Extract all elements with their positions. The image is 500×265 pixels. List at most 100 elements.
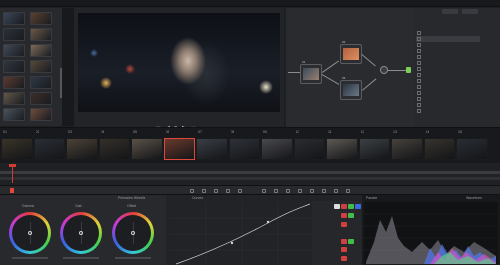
effect-list-item[interactable] <box>416 108 480 114</box>
effect-checkbox[interactable] <box>417 97 421 101</box>
clip-number: 08 <box>230 130 235 134</box>
effect-checkbox[interactable] <box>417 79 421 83</box>
effect-checkbox[interactable] <box>417 109 421 113</box>
channel-y-swatch[interactable] <box>334 204 340 209</box>
gallery-still[interactable] <box>3 44 25 57</box>
timeline-clip[interactable] <box>293 138 325 160</box>
offset-wheel[interactable] <box>112 212 154 254</box>
effect-checkbox[interactable] <box>417 85 421 89</box>
timeline-clip[interactable] <box>66 138 98 160</box>
palette-icon[interactable] <box>10 188 14 193</box>
timeline-clip[interactable] <box>423 138 455 160</box>
clip-number: 07 <box>198 130 202 134</box>
color-match-icon[interactable] <box>202 189 206 193</box>
timeline-clip[interactable] <box>131 138 163 160</box>
effect-checkbox[interactable] <box>417 31 421 35</box>
curve-control-point[interactable] <box>266 220 270 224</box>
gallery-still[interactable] <box>30 108 52 121</box>
gallery-still[interactable] <box>30 92 52 105</box>
channel-r-swatch[interactable] <box>341 256 347 261</box>
timeline-clip[interactable] <box>326 138 358 160</box>
key-icon[interactable] <box>322 189 326 193</box>
effects-tab[interactable] <box>442 9 458 14</box>
scopes-header: Parade <box>366 196 378 200</box>
offset-wheel-handle[interactable] <box>131 231 135 235</box>
timeline-clip[interactable] <box>98 138 130 160</box>
channel-b-swatch[interactable] <box>355 204 361 209</box>
effects-tab[interactable] <box>462 9 478 14</box>
gallery-still[interactable] <box>30 28 52 41</box>
gallery-still[interactable] <box>3 108 25 121</box>
qualifier-icon[interactable] <box>274 189 278 193</box>
gain-wheel[interactable] <box>60 212 102 254</box>
gallery-still[interactable] <box>3 76 25 89</box>
gallery-still[interactable] <box>30 76 52 89</box>
gain-master-slider[interactable] <box>63 257 99 259</box>
scopes-mode[interactable]: Waveform <box>466 196 482 201</box>
node-01[interactable]: 01 <box>300 60 322 84</box>
output-node[interactable] <box>406 67 411 73</box>
node-02[interactable]: 02 <box>340 40 362 64</box>
timeline-clip[interactable] <box>391 138 423 160</box>
timeline-clip[interactable] <box>456 138 488 160</box>
gallery-still[interactable] <box>30 44 52 57</box>
gamma-wheel[interactable] <box>9 212 51 254</box>
channel-g-swatch[interactable] <box>348 213 354 218</box>
playhead[interactable] <box>12 165 13 183</box>
3d-icon[interactable] <box>346 189 350 193</box>
gamma-wheel-handle[interactable] <box>28 231 32 235</box>
effect-checkbox[interactable] <box>417 67 421 71</box>
wheels-icon[interactable] <box>214 189 218 193</box>
motion-icon[interactable] <box>238 189 242 193</box>
channel-r-swatch[interactable] <box>341 204 347 209</box>
tracker-icon[interactable] <box>298 189 302 193</box>
gallery-still[interactable] <box>30 60 52 73</box>
gallery-still[interactable] <box>3 12 25 25</box>
timeline-clip[interactable] <box>228 138 260 160</box>
timeline-clip[interactable] <box>1 138 33 160</box>
effect-checkbox[interactable] <box>417 55 421 59</box>
gain-wheel-handle[interactable] <box>79 231 83 235</box>
gallery-still[interactable] <box>3 28 25 41</box>
offset-master-slider[interactable] <box>115 257 151 259</box>
node-editor[interactable]: 01 02 03 <box>286 8 414 134</box>
camera-raw-icon[interactable] <box>190 189 194 193</box>
effect-checkbox[interactable] <box>417 91 421 95</box>
curve-control-point[interactable] <box>230 241 234 245</box>
sizing-icon[interactable] <box>334 189 338 193</box>
gamma-master-slider[interactable] <box>12 257 48 259</box>
node-03[interactable]: 03 <box>340 76 362 100</box>
gallery-still[interactable] <box>3 92 25 105</box>
effect-checkbox[interactable] <box>417 61 421 65</box>
channel-r-swatch[interactable] <box>341 213 347 218</box>
clip-number: 05 <box>133 130 137 134</box>
timeline-clip[interactable] <box>261 138 293 160</box>
effect-checkbox[interactable] <box>417 49 421 53</box>
timeline-clip[interactable] <box>196 138 228 160</box>
effect-checkbox[interactable] <box>417 37 421 41</box>
effect-checkbox[interactable] <box>417 73 421 77</box>
gallery-still[interactable] <box>30 12 52 25</box>
curves-icon[interactable] <box>262 189 266 193</box>
parallel-mixer-node[interactable] <box>380 66 388 74</box>
viewer-image[interactable] <box>78 13 280 112</box>
gallery-still[interactable] <box>3 60 25 73</box>
effect-checkbox[interactable] <box>417 43 421 47</box>
channel-r-swatch[interactable] <box>341 239 347 244</box>
window-icon[interactable] <box>286 189 290 193</box>
timeline-clip[interactable] <box>358 138 390 160</box>
channel-g-swatch[interactable] <box>348 204 354 209</box>
blur-icon[interactable] <box>310 189 314 193</box>
color-wheels-panel: Primaries Wheels Gamma Gain Offset <box>0 195 166 265</box>
effect-checkbox[interactable] <box>417 103 421 107</box>
mini-timeline[interactable] <box>0 163 500 185</box>
channel-r-swatch[interactable] <box>341 247 347 252</box>
channel-r-swatch[interactable] <box>341 222 347 227</box>
timeline-clip[interactable] <box>163 138 195 160</box>
gallery-tools <box>62 8 74 126</box>
curves-graph[interactable] <box>170 202 314 265</box>
playhead-marker[interactable] <box>9 164 16 167</box>
channel-g-swatch[interactable] <box>348 239 354 244</box>
timeline-clip[interactable] <box>33 138 65 160</box>
rgb-mixer-icon[interactable] <box>226 189 230 193</box>
